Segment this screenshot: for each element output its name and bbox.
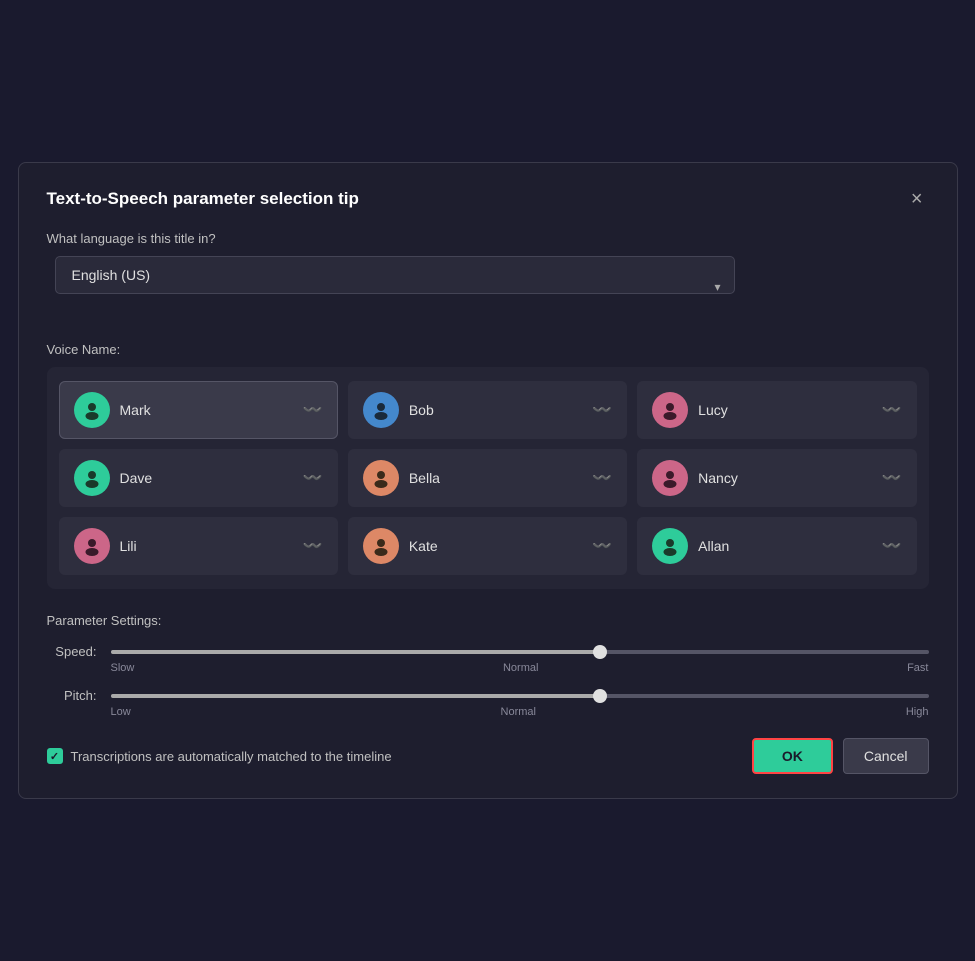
voice-name-kate: Kate <box>409 538 582 554</box>
voice-card-nancy[interactable]: Nancy 〰️ <box>637 449 916 507</box>
speed-slider-row: Speed: <box>47 644 929 659</box>
footer-row: Transcriptions are automatically matched… <box>47 738 929 774</box>
voice-card-bella[interactable]: Bella 〰️ <box>348 449 627 507</box>
voice-card-lili[interactable]: Lili 〰️ <box>59 517 338 575</box>
cancel-button[interactable]: Cancel <box>843 738 929 774</box>
language-label: What language is this title in? <box>47 231 929 246</box>
speed-caption-row: Slow Normal Fast <box>47 662 929 674</box>
voice-section-label: Voice Name: <box>47 342 929 357</box>
close-button[interactable]: × <box>905 187 929 211</box>
pitch-min-label: Low <box>111 706 131 718</box>
language-dropdown-wrapper: English (US) English (UK) Spanish French… <box>55 256 735 318</box>
voice-avatar-mark <box>74 392 110 428</box>
waveform-icon-mark[interactable]: 〰️ <box>303 400 323 420</box>
param-section: Parameter Settings: Speed: Slow Normal F… <box>47 613 929 718</box>
voice-avatar-nancy <box>652 460 688 496</box>
waveform-icon-lili[interactable]: 〰️ <box>303 536 323 556</box>
speed-label: Speed: <box>47 644 97 659</box>
voice-name-bella: Bella <box>409 470 582 486</box>
voice-name-mark: Mark <box>120 402 293 418</box>
speed-max-label: Fast <box>907 662 928 674</box>
waveform-icon-bob[interactable]: 〰️ <box>592 400 612 420</box>
voice-avatar-dave <box>74 460 110 496</box>
pitch-label: Pitch: <box>47 688 97 703</box>
pitch-max-label: High <box>906 706 929 718</box>
voice-avatar-bob <box>363 392 399 428</box>
tts-dialog: Text-to-Speech parameter selection tip ×… <box>18 162 958 799</box>
waveform-icon-allan[interactable]: 〰️ <box>882 536 902 556</box>
voice-card-bob[interactable]: Bob 〰️ <box>348 381 627 439</box>
waveform-icon-lucy[interactable]: 〰️ <box>882 400 902 420</box>
transcription-label-text: Transcriptions are automatically matched… <box>71 749 392 764</box>
voice-card-mark[interactable]: Mark 〰️ <box>59 381 338 439</box>
voice-avatar-lili <box>74 528 110 564</box>
speed-mid-label: Normal <box>503 662 538 674</box>
voice-avatar-kate <box>363 528 399 564</box>
waveform-icon-dave[interactable]: 〰️ <box>303 468 323 488</box>
pitch-slider-row: Pitch: <box>47 688 929 703</box>
footer-buttons: OK Cancel <box>752 738 929 774</box>
voice-name-bob: Bob <box>409 402 582 418</box>
language-select[interactable]: English (US) English (UK) Spanish French… <box>55 256 735 294</box>
voice-name-dave: Dave <box>120 470 293 486</box>
voice-card-allan[interactable]: Allan 〰️ <box>637 517 916 575</box>
pitch-slider[interactable] <box>111 694 929 698</box>
dialog-title: Text-to-Speech parameter selection tip <box>47 189 359 209</box>
waveform-icon-kate[interactable]: 〰️ <box>592 536 612 556</box>
voice-grid: Mark 〰️ Bob 〰️ Lucy 〰️ <box>59 381 917 575</box>
voice-name-lili: Lili <box>120 538 293 554</box>
dialog-header: Text-to-Speech parameter selection tip × <box>47 187 929 211</box>
pitch-mid-label: Normal <box>501 706 536 718</box>
voice-card-kate[interactable]: Kate 〰️ <box>348 517 627 575</box>
voice-card-dave[interactable]: Dave 〰️ <box>59 449 338 507</box>
voice-avatar-allan <box>652 528 688 564</box>
voice-card-lucy[interactable]: Lucy 〰️ <box>637 381 916 439</box>
voice-name-nancy: Nancy <box>698 470 871 486</box>
voice-name-allan: Allan <box>698 538 871 554</box>
voice-name-lucy: Lucy <box>698 402 871 418</box>
speed-min-label: Slow <box>111 662 135 674</box>
param-section-label: Parameter Settings: <box>47 613 929 628</box>
waveform-icon-bella[interactable]: 〰️ <box>592 468 612 488</box>
transcription-checkbox[interactable] <box>47 748 63 764</box>
speed-slider[interactable] <box>111 650 929 654</box>
voice-avatar-bella <box>363 460 399 496</box>
ok-button[interactable]: OK <box>752 738 833 774</box>
pitch-caption-row: Low Normal High <box>47 706 929 718</box>
voice-avatar-lucy <box>652 392 688 428</box>
voice-grid-container: Mark 〰️ Bob 〰️ Lucy 〰️ <box>47 367 929 589</box>
transcription-checkbox-label[interactable]: Transcriptions are automatically matched… <box>47 748 392 764</box>
waveform-icon-nancy[interactable]: 〰️ <box>882 468 902 488</box>
